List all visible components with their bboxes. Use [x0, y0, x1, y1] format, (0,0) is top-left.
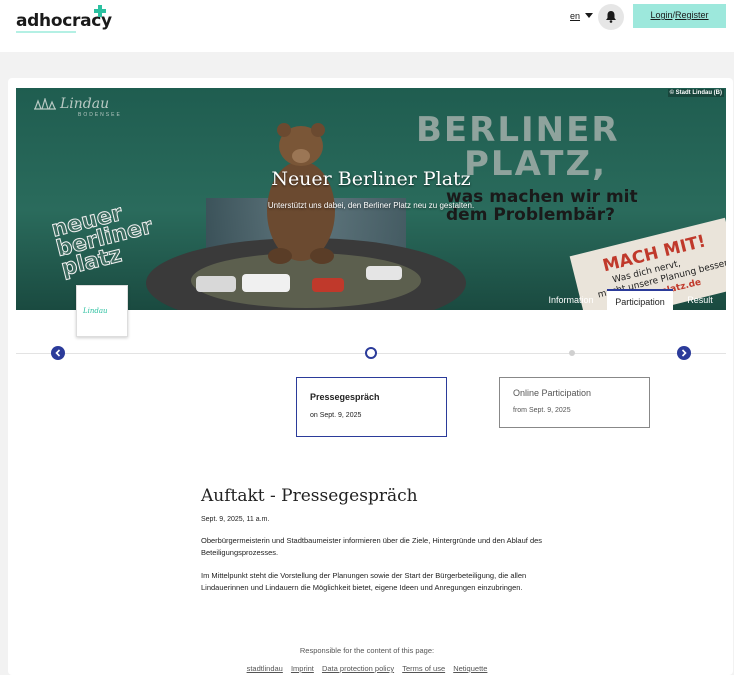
project-title: Neuer Berliner Platz	[271, 168, 471, 190]
car-illustration	[366, 266, 402, 280]
timeline-phase-marker[interactable]	[569, 350, 575, 356]
login-register-box: Login/Register	[633, 4, 726, 28]
login-link[interactable]: Login	[650, 10, 672, 20]
phase-date: on Sept. 9, 2025	[310, 412, 362, 419]
footer-link-organisation[interactable]: stadtlindau	[247, 664, 283, 673]
lindau-logo: Lindau	[34, 96, 109, 112]
chevron-down-icon[interactable]	[585, 13, 593, 18]
image-copyright: © Stadt Lindau (B)	[667, 89, 724, 97]
chevron-left-icon	[55, 349, 61, 357]
event-description: Oberbürgermeisterin und Stadtbaumeister …	[201, 536, 543, 557]
phase-title: Online Participation	[513, 388, 592, 398]
bear-illustration	[267, 123, 335, 264]
timeline-next-button[interactable]	[677, 346, 691, 360]
event-date: Sept. 9, 2025, 11 a.m.	[201, 516, 270, 523]
logo-underline	[16, 31, 76, 33]
top-navigation-bar: adhocracy en Login/Register	[0, 0, 734, 52]
logo-plus-icon	[94, 5, 106, 17]
event-description: Im Mittelpunkt steht die Vorstellung der…	[201, 571, 527, 592]
phase-date: from Sept. 9, 2025	[513, 407, 571, 414]
tab-result[interactable]: Result	[680, 289, 720, 311]
lindau-logo-subtitle: BODENSEE	[78, 112, 122, 118]
responsible-label: Responsible for the content of this page…	[299, 646, 435, 655]
project-organisation-logo: Lindau	[76, 285, 128, 337]
car-illustration	[196, 276, 236, 292]
phase-title: Pressegespräch	[310, 392, 380, 402]
tab-participation[interactable]: Participation	[607, 289, 673, 311]
van-illustration	[242, 274, 290, 292]
footer-links: stadtlindau Imprint Data protection poli…	[0, 664, 734, 673]
register-link[interactable]: Register	[675, 10, 709, 20]
language-selector[interactable]: en	[570, 11, 580, 21]
footer-link-imprint[interactable]: Imprint	[291, 664, 314, 673]
footer-link-netiquette[interactable]: Netiquette	[453, 664, 487, 673]
hero-image-headline: BERLINER	[416, 110, 620, 150]
lindau-city-icon	[34, 96, 56, 110]
project-logo-text: Lindau	[83, 307, 108, 315]
notifications-button[interactable]	[598, 4, 624, 30]
tab-information[interactable]: Information	[543, 289, 599, 311]
project-hero-image: neuer berliner platz BERLINER PLATZ, was…	[16, 88, 726, 310]
phase-card[interactable]: Online Participation from Sept. 9, 2025	[499, 377, 650, 428]
timeline-current-phase-marker[interactable]	[365, 347, 377, 359]
bell-icon	[606, 11, 616, 23]
event-title: Auftakt - Pressegespräch	[201, 486, 418, 506]
chevron-right-icon	[681, 349, 687, 357]
phase-card-active[interactable]: Pressegespräch on Sept. 9, 2025	[296, 377, 447, 437]
footer-link-data-protection[interactable]: Data protection policy	[322, 664, 394, 673]
timeline-prev-button[interactable]	[51, 346, 65, 360]
footer-link-terms[interactable]: Terms of use	[402, 664, 445, 673]
project-subtitle: Unterstützt uns dabei, den Berliner Plat…	[267, 201, 475, 210]
lindau-logo-text: Lindau	[60, 96, 110, 112]
car-illustration	[312, 278, 344, 292]
